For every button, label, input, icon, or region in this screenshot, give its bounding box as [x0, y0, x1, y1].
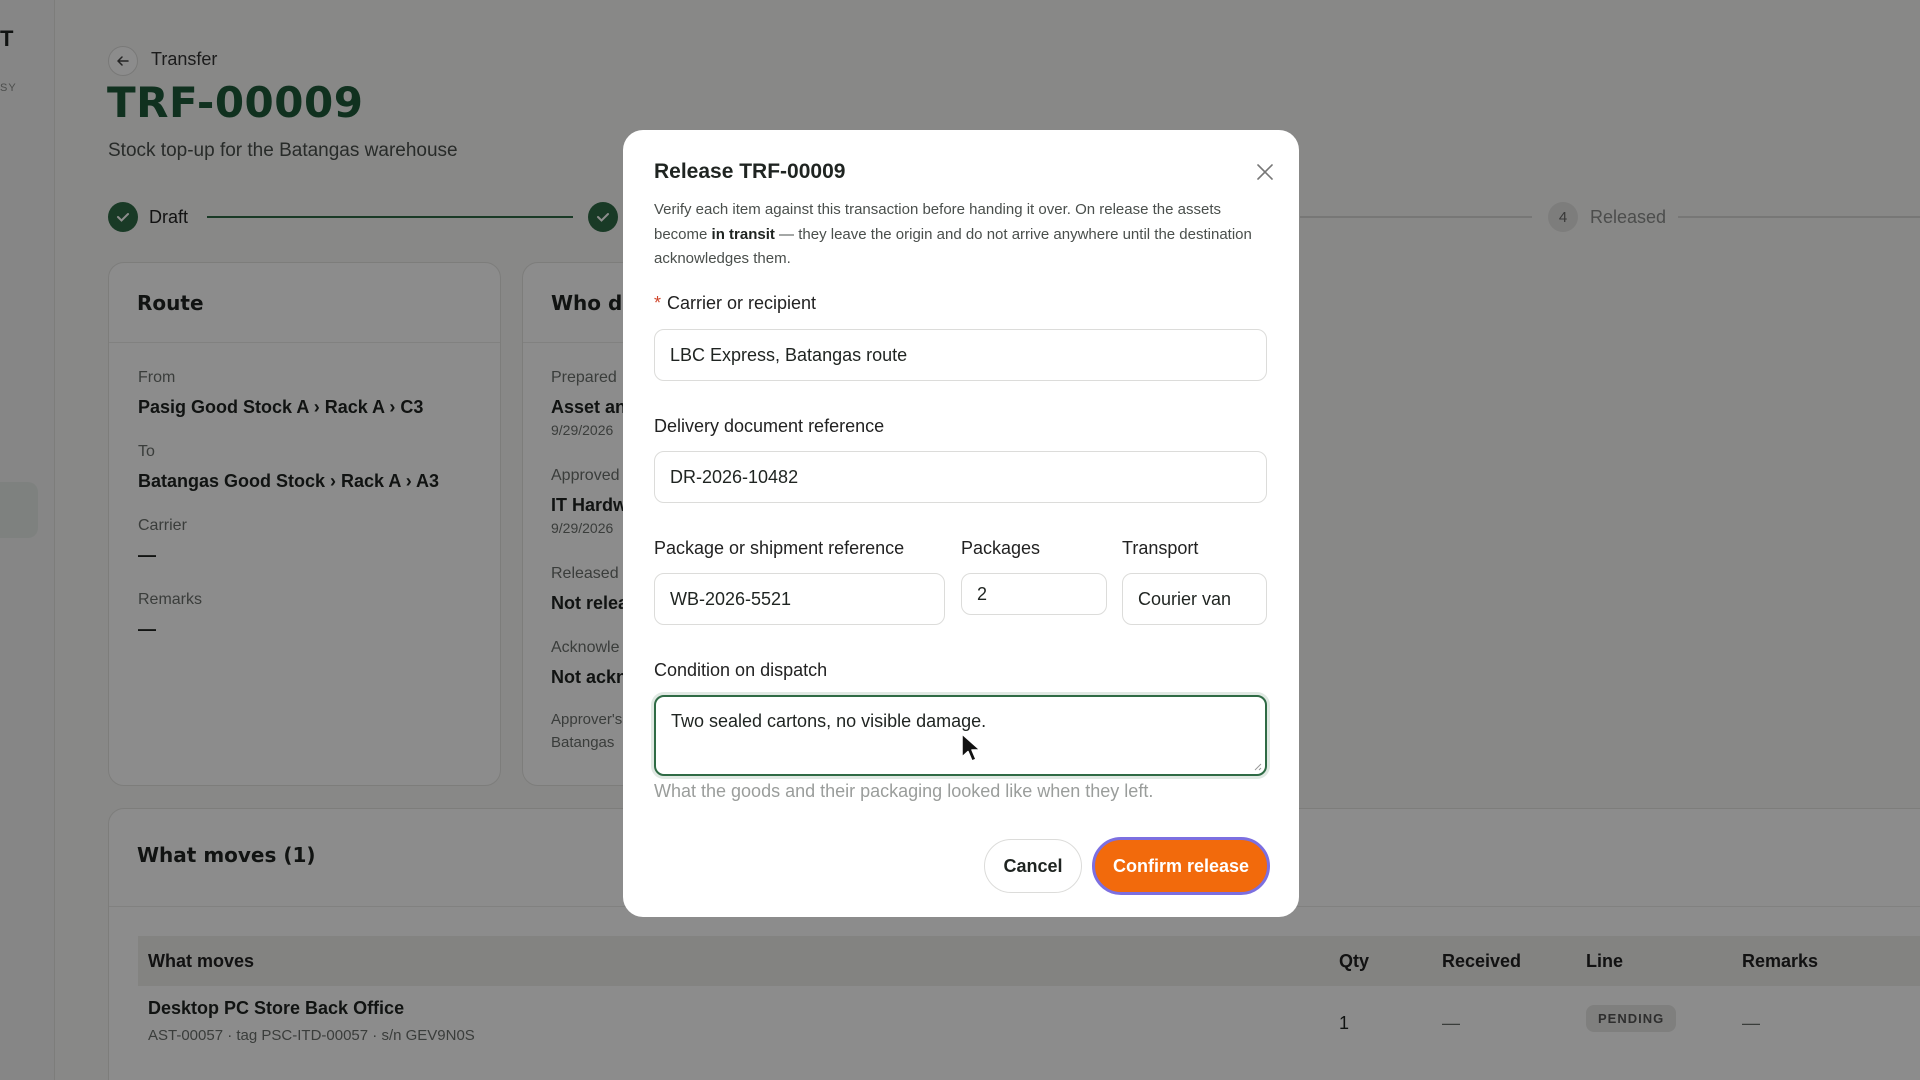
- required-marker: *: [654, 293, 662, 313]
- desc-emphasis: in transit: [711, 225, 775, 243]
- resize-grip-icon[interactable]: [1252, 761, 1262, 771]
- dialog-title: Release TRF-00009: [654, 160, 846, 183]
- cancel-button[interactable]: Cancel: [984, 839, 1082, 893]
- carrier-label-text: Carrier or recipient: [667, 293, 817, 313]
- doc-field-label: Delivery document reference: [654, 416, 885, 436]
- confirm-release-button[interactable]: Confirm release: [1092, 837, 1270, 895]
- condition-field-label: Condition on dispatch: [654, 660, 828, 680]
- delivery-doc-input[interactable]: DR-2026-10482: [654, 451, 1267, 503]
- packages-input[interactable]: 2: [961, 573, 1107, 615]
- close-button[interactable]: [1251, 158, 1279, 186]
- packages-field-label: Packages: [961, 538, 1041, 558]
- carrier-input[interactable]: LBC Express, Batangas route: [654, 329, 1267, 381]
- transport-input[interactable]: Courier van: [1122, 573, 1267, 625]
- package-ref-input[interactable]: WB-2026-5521: [654, 573, 945, 625]
- carrier-field-label: * Carrier or recipient: [654, 293, 816, 314]
- package-field-label: Package or shipment reference: [654, 538, 905, 558]
- dialog-description: Verify each item against this transactio…: [654, 198, 1264, 272]
- condition-text: Two sealed cartons, no visible damage.: [671, 711, 987, 731]
- release-dialog: Release TRF-00009 Verify each item again…: [623, 130, 1299, 917]
- close-icon: [1257, 164, 1273, 180]
- mouse-pointer-icon: [961, 733, 981, 762]
- transport-field-label: Transport: [1122, 538, 1199, 558]
- condition-help-text: What the goods and their packaging looke…: [654, 781, 1154, 801]
